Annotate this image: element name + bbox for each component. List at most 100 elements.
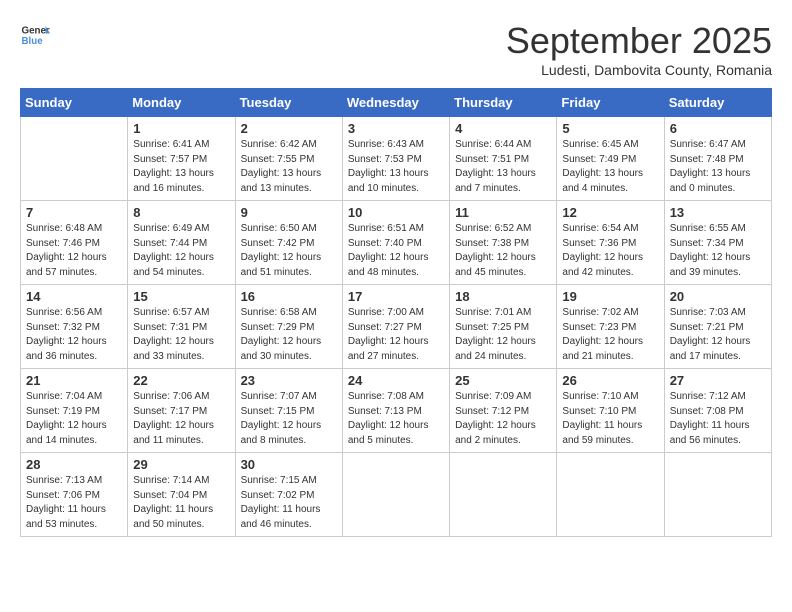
day-info: Sunrise: 6:43 AM Sunset: 7:53 PM Dayligh… [348,138,444,196]
col-header-tuesday: Tuesday [235,89,342,117]
day-cell [664,453,771,537]
week-row-3: 14Sunrise: 6:56 AM Sunset: 7:32 PM Dayli… [21,285,772,369]
day-cell: 25 Sunrise: 7:09 AM Sunset: 7:12 PM Dayli… [450,369,557,453]
day-info: Sunrise: 6:49 AM Sunset: 7:44 PM Dayligh… [133,222,229,280]
day-info: Sunrise: 6:50 AM Sunset: 7:42 PM Dayligh… [241,222,337,280]
day-info: Sunrise: 6:48 AM Sunset: 7:46 PM Dayligh… [26,222,122,280]
day-cell: 4Sunrise: 6:44 AM Sunset: 7:51 PM Daylig… [450,117,557,201]
day-info: Sunrise: 7:13 AM Sunset: 7:06 PM Dayligh… [26,474,122,532]
day-number: 27 [670,373,766,388]
day-cell: 10Sunrise: 6:51 AM Sunset: 7:40 PM Dayli… [342,201,449,285]
logo: General Blue [20,20,50,50]
day-number: 1 [133,121,229,136]
col-header-sunday: Sunday [21,89,128,117]
day-info: Sunrise: 6:52 AM Sunset: 7:38 PM Dayligh… [455,222,551,280]
day-info: Sunrise: 7:12 AM Sunset: 7:08 PM Dayligh… [670,390,766,448]
logo-icon: General Blue [20,20,50,50]
day-number: 4 [455,121,551,136]
day-info: Sunrise: 7:03 AM Sunset: 7:21 PM Dayligh… [670,306,766,364]
calendar-table: SundayMondayTuesdayWednesdayThursdayFrid… [20,88,772,537]
week-row-1: 1 Sunrise: 6:41 AM Sunset: 7:57 PM Daylig… [21,117,772,201]
day-info: Sunrise: 6:57 AM Sunset: 7:31 PM Dayligh… [133,306,229,364]
day-number: 26 [562,373,658,388]
day-cell: 27 Sunrise: 7:12 AM Sunset: 7:08 PM Dayli… [664,369,771,453]
day-number: 15 [133,289,229,304]
day-cell: 22 Sunrise: 7:06 AM Sunset: 7:17 PM Dayli… [128,369,235,453]
day-cell: 29 Sunrise: 7:14 AM Sunset: 7:04 PM Dayli… [128,453,235,537]
day-number: 10 [348,205,444,220]
day-info: Sunrise: 7:01 AM Sunset: 7:25 PM Dayligh… [455,306,551,364]
month-title: September 2025 [506,20,772,62]
col-header-wednesday: Wednesday [342,89,449,117]
svg-text:Blue: Blue [22,36,44,47]
day-number: 16 [241,289,337,304]
day-cell: 30 Sunrise: 7:15 AM Sunset: 7:02 PM Dayli… [235,453,342,537]
day-number: 2 [241,121,337,136]
day-number: 5 [562,121,658,136]
day-number: 22 [133,373,229,388]
day-info: Sunrise: 7:02 AM Sunset: 7:23 PM Dayligh… [562,306,658,364]
day-cell: 16 Sunrise: 6:58 AM Sunset: 7:29 PM Dayli… [235,285,342,369]
day-cell: 2 Sunrise: 6:42 AM Sunset: 7:55 PM Daylig… [235,117,342,201]
day-cell: 28 Sunrise: 7:13 AM Sunset: 7:06 PM Dayli… [21,453,128,537]
day-info: Sunrise: 7:10 AM Sunset: 7:10 PM Dayligh… [562,390,658,448]
day-info: Sunrise: 7:07 AM Sunset: 7:15 PM Dayligh… [241,390,337,448]
day-number: 29 [133,457,229,472]
day-info: Sunrise: 7:14 AM Sunset: 7:04 PM Dayligh… [133,474,229,532]
day-number: 17 [348,289,444,304]
day-cell: 9 Sunrise: 6:50 AM Sunset: 7:42 PM Daylig… [235,201,342,285]
day-info: Sunrise: 7:08 AM Sunset: 7:13 PM Dayligh… [348,390,444,448]
day-cell [450,453,557,537]
day-info: Sunrise: 6:55 AM Sunset: 7:34 PM Dayligh… [670,222,766,280]
day-cell [21,117,128,201]
day-cell: 11 Sunrise: 6:52 AM Sunset: 7:38 PM Dayli… [450,201,557,285]
day-info: Sunrise: 6:58 AM Sunset: 7:29 PM Dayligh… [241,306,337,364]
day-info: Sunrise: 7:15 AM Sunset: 7:02 PM Dayligh… [241,474,337,532]
day-cell: 6Sunrise: 6:47 AM Sunset: 7:48 PM Daylig… [664,117,771,201]
day-cell: 20 Sunrise: 7:03 AM Sunset: 7:21 PM Dayli… [664,285,771,369]
day-info: Sunrise: 6:42 AM Sunset: 7:55 PM Dayligh… [241,138,337,196]
day-cell: 15 Sunrise: 6:57 AM Sunset: 7:31 PM Dayli… [128,285,235,369]
day-number: 9 [241,205,337,220]
day-number: 8 [133,205,229,220]
day-info: Sunrise: 6:41 AM Sunset: 7:57 PM Dayligh… [133,138,229,196]
day-cell: 8 Sunrise: 6:49 AM Sunset: 7:44 PM Daylig… [128,201,235,285]
day-number: 3 [348,121,444,136]
day-cell [557,453,664,537]
week-row-2: 7 Sunrise: 6:48 AM Sunset: 7:46 PM Daylig… [21,201,772,285]
day-cell: 18 Sunrise: 7:01 AM Sunset: 7:25 PM Dayli… [450,285,557,369]
day-info: Sunrise: 6:47 AM Sunset: 7:48 PM Dayligh… [670,138,766,196]
week-row-5: 28 Sunrise: 7:13 AM Sunset: 7:06 PM Dayli… [21,453,772,537]
day-number: 21 [26,373,122,388]
col-header-thursday: Thursday [450,89,557,117]
day-number: 13 [670,205,766,220]
day-cell: 1 Sunrise: 6:41 AM Sunset: 7:57 PM Daylig… [128,117,235,201]
day-cell: 17 Sunrise: 7:00 AM Sunset: 7:27 PM Dayli… [342,285,449,369]
header-row: SundayMondayTuesdayWednesdayThursdayFrid… [21,89,772,117]
day-number: 30 [241,457,337,472]
day-info: Sunrise: 7:04 AM Sunset: 7:19 PM Dayligh… [26,390,122,448]
day-cell: 26 Sunrise: 7:10 AM Sunset: 7:10 PM Dayli… [557,369,664,453]
day-info: Sunrise: 6:54 AM Sunset: 7:36 PM Dayligh… [562,222,658,280]
day-cell: 23Sunrise: 7:07 AM Sunset: 7:15 PM Dayli… [235,369,342,453]
day-number: 24 [348,373,444,388]
day-cell: 3 Sunrise: 6:43 AM Sunset: 7:53 PM Daylig… [342,117,449,201]
location-title: Ludesti, Dambovita County, Romania [506,62,772,78]
day-number: 11 [455,205,551,220]
day-info: Sunrise: 7:09 AM Sunset: 7:12 PM Dayligh… [455,390,551,448]
day-number: 7 [26,205,122,220]
day-number: 14 [26,289,122,304]
day-cell: 19 Sunrise: 7:02 AM Sunset: 7:23 PM Dayli… [557,285,664,369]
day-number: 12 [562,205,658,220]
day-number: 25 [455,373,551,388]
day-number: 19 [562,289,658,304]
day-cell: 7 Sunrise: 6:48 AM Sunset: 7:46 PM Daylig… [21,201,128,285]
day-number: 20 [670,289,766,304]
header: General Blue September 2025 Ludesti, Dam… [20,20,772,78]
day-cell: 21 Sunrise: 7:04 AM Sunset: 7:19 PM Dayli… [21,369,128,453]
day-info: Sunrise: 7:00 AM Sunset: 7:27 PM Dayligh… [348,306,444,364]
day-number: 28 [26,457,122,472]
day-info: Sunrise: 7:06 AM Sunset: 7:17 PM Dayligh… [133,390,229,448]
col-header-monday: Monday [128,89,235,117]
day-number: 18 [455,289,551,304]
